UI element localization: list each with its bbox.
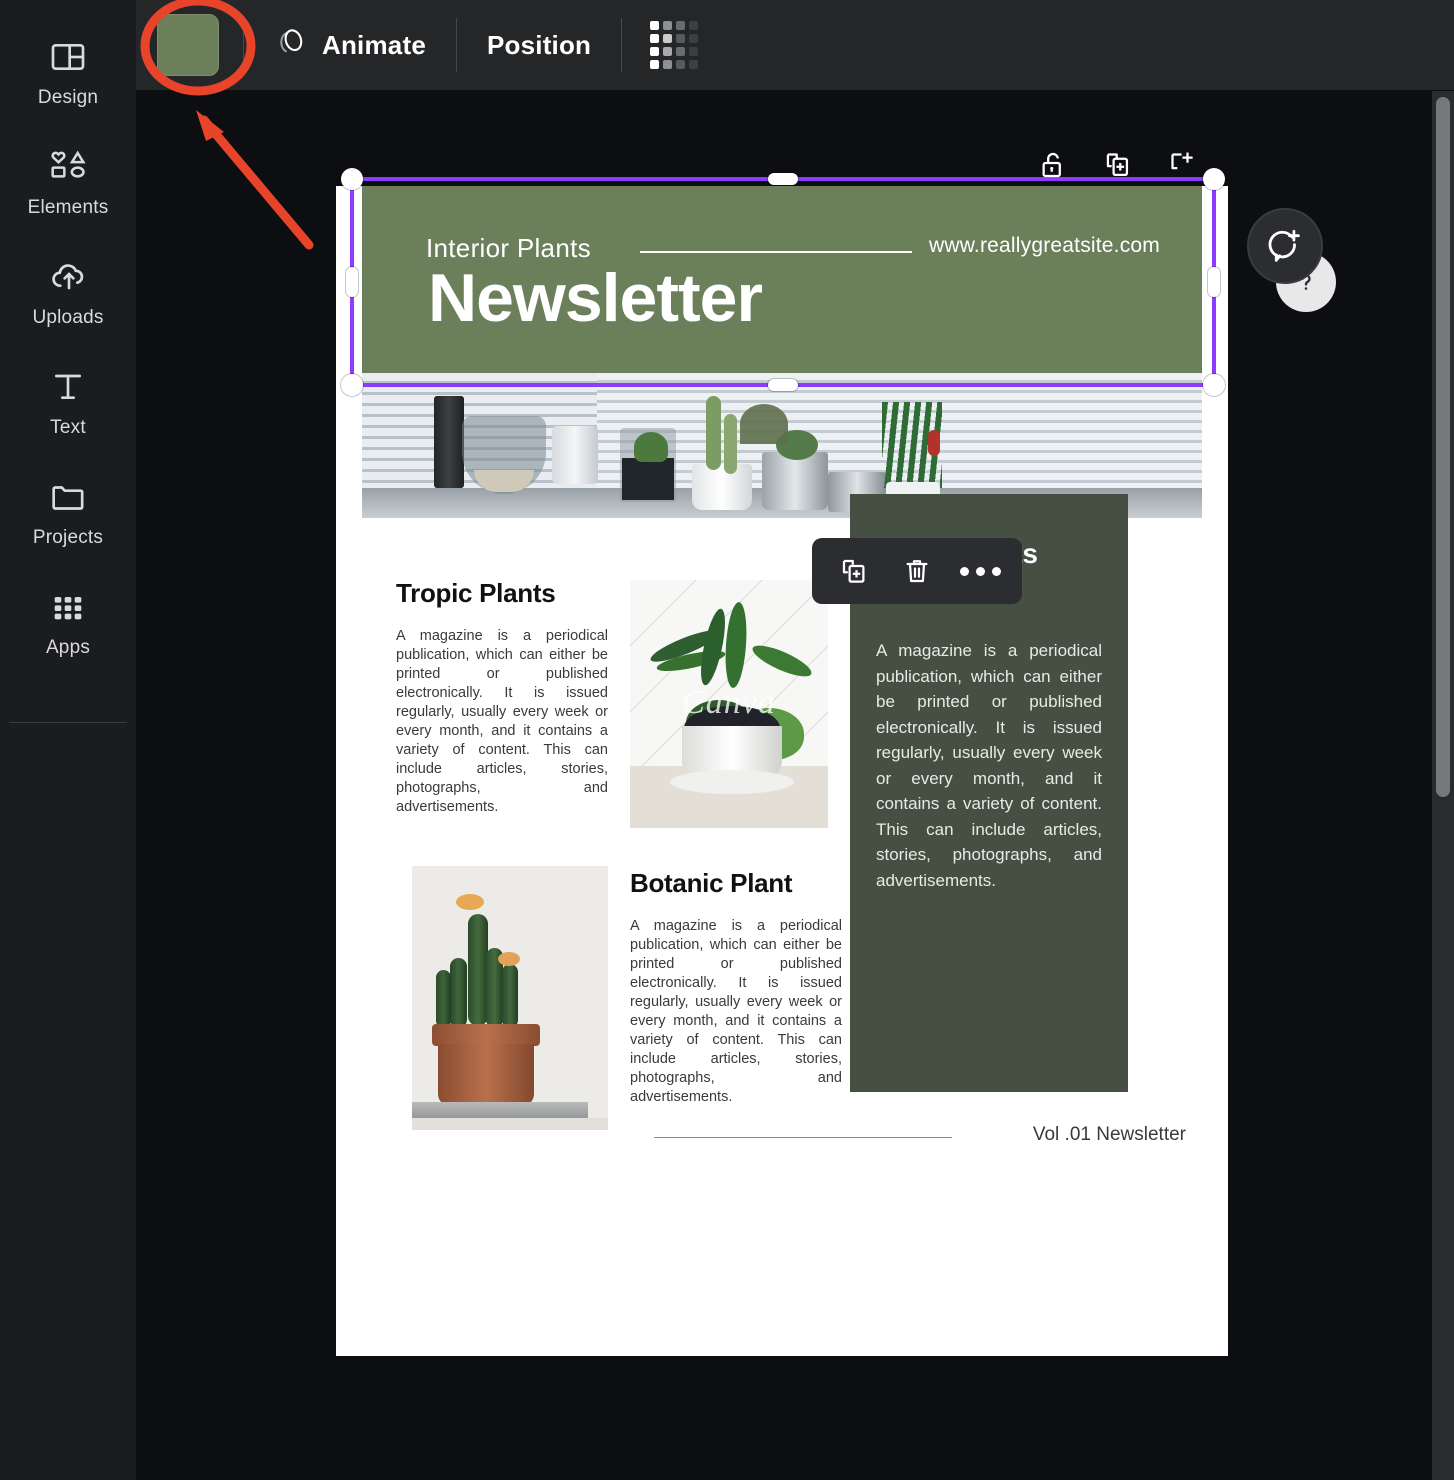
ellipsis-icon <box>959 566 1001 576</box>
cactus-photo[interactable] <box>412 866 608 1130</box>
header-title: Newsletter <box>428 260 763 336</box>
left-sidebar: Design Elements Uploads Text Projects Ap… <box>0 0 136 1480</box>
sidebar-item-apps[interactable]: Apps <box>0 568 136 678</box>
position-label: Position <box>486 29 592 60</box>
sidebar-item-label: Apps <box>45 637 91 658</box>
add-comment-button[interactable] <box>1247 208 1323 284</box>
resize-handle-top-left[interactable] <box>341 168 363 190</box>
resize-handle-bottom-center[interactable] <box>768 379 798 391</box>
hero-tall-cactus <box>706 396 721 470</box>
design-page[interactable]: Interior Plants www.reallygreatsite.com … <box>336 186 1228 1356</box>
resize-handle-top-center[interactable] <box>768 173 798 185</box>
cactus-pot-rim <box>432 1024 540 1046</box>
vertical-scrollbar-thumb[interactable] <box>1436 97 1450 797</box>
duplicate-icon[interactable] <box>1100 148 1134 182</box>
hero-white-pot <box>692 464 752 510</box>
section-body: A magazine is a periodical publication, … <box>396 628 608 815</box>
animate-ellipse-icon <box>274 25 308 66</box>
canva-watermark: Canva <box>682 684 776 721</box>
duplicate-button[interactable] <box>834 551 874 591</box>
zz-plant-photo[interactable]: Canva <box>630 580 828 828</box>
cactus-flower <box>498 952 520 966</box>
shapes-icon <box>48 147 88 187</box>
transparency-button[interactable] <box>622 14 726 76</box>
header-website: www.reallygreatsite.com <box>928 234 1160 257</box>
header-rule <box>640 251 912 253</box>
sidebar-item-label: Elements <box>27 197 109 218</box>
panel-body: A magazine is a periodical publication, … <box>876 641 1102 890</box>
cactus-arm <box>436 970 451 1028</box>
cactus-arm <box>468 914 488 1026</box>
unlock-icon[interactable] <box>1036 148 1070 182</box>
animate-button[interactable]: Animate <box>244 14 456 76</box>
resize-handle-bottom-left[interactable] <box>341 374 363 396</box>
cactus-arm <box>502 964 518 1028</box>
footer-volume: Vol .01 Newsletter <box>1032 1124 1186 1145</box>
hero-small-succulent <box>634 432 668 462</box>
sidebar-item-elements[interactable]: Elements <box>0 128 136 238</box>
hero-tall-cactus-2 <box>724 414 737 474</box>
zz-saucer <box>670 770 794 794</box>
sidebar-divider <box>9 722 127 723</box>
hero-jar-soil <box>622 458 674 500</box>
hero-metal-bucket <box>762 452 828 510</box>
sidebar-item-projects[interactable]: Projects <box>0 458 136 568</box>
sidebar-item-label: Text <box>50 417 86 438</box>
header-band[interactable]: Interior Plants www.reallygreatsite.com … <box>362 186 1202 373</box>
top-toolbar: Animate Position <box>136 0 1454 91</box>
cactus-arm <box>450 958 467 1028</box>
cloud-upload-icon <box>48 257 88 297</box>
resize-handle-top-right[interactable] <box>1203 168 1225 190</box>
resize-handle-middle-left[interactable] <box>346 267 358 297</box>
sidebar-item-label: Design <box>37 87 99 108</box>
resize-handle-middle-right[interactable] <box>1208 267 1220 297</box>
hero-wispy-plant <box>740 404 788 444</box>
hero-red-bloom <box>928 430 940 456</box>
sidebar-item-text[interactable]: Text <box>0 348 136 458</box>
animate-label: Animate <box>322 29 426 60</box>
transparency-grid-icon <box>650 21 699 69</box>
hero-dark-cylinder <box>434 396 464 488</box>
section-tropic-plants[interactable]: Tropic Plants A magazine is a periodical… <box>396 578 608 817</box>
grid-apps-icon <box>48 587 88 627</box>
hero-white-canister <box>552 426 598 484</box>
section-body: A magazine is a periodical publication, … <box>630 918 842 1105</box>
canva-editor-window: Design Elements Uploads Text Projects Ap… <box>0 0 1454 1480</box>
cactus-pot <box>438 1044 534 1106</box>
book-pages <box>412 1118 608 1130</box>
text-t-icon <box>48 367 88 407</box>
sidebar-item-uploads[interactable]: Uploads <box>0 238 136 348</box>
sidebar-item-label: Projects <box>32 527 104 548</box>
sidebar-item-design[interactable]: Design <box>0 18 136 128</box>
selection-quick-actions <box>1036 148 1198 182</box>
section-botanic-plant[interactable]: Botanic Plant A magazine is a periodical… <box>630 868 842 1107</box>
delete-button[interactable] <box>897 551 937 591</box>
vertical-scrollbar-track[interactable] <box>1432 91 1454 1480</box>
footer-rule <box>654 1137 952 1138</box>
sidebar-item-label: Uploads <box>32 307 104 328</box>
element-context-toolbar <box>812 538 1022 604</box>
cactus-flower <box>456 894 484 910</box>
add-page-copy-icon[interactable] <box>1164 148 1198 182</box>
canvas-scroll-area[interactable]: Interior Plants www.reallygreatsite.com … <box>136 91 1454 1480</box>
section-title: Tropic Plants <box>396 578 556 608</box>
resize-handle-bottom-right[interactable] <box>1203 374 1225 396</box>
layout-panel-icon <box>48 37 88 77</box>
color-swatch-button[interactable] <box>157 14 219 76</box>
section-title: Botanic Plant <box>630 868 793 898</box>
more-options-button[interactable] <box>959 551 1001 591</box>
position-button[interactable]: Position <box>457 14 621 76</box>
folder-icon <box>48 477 88 517</box>
